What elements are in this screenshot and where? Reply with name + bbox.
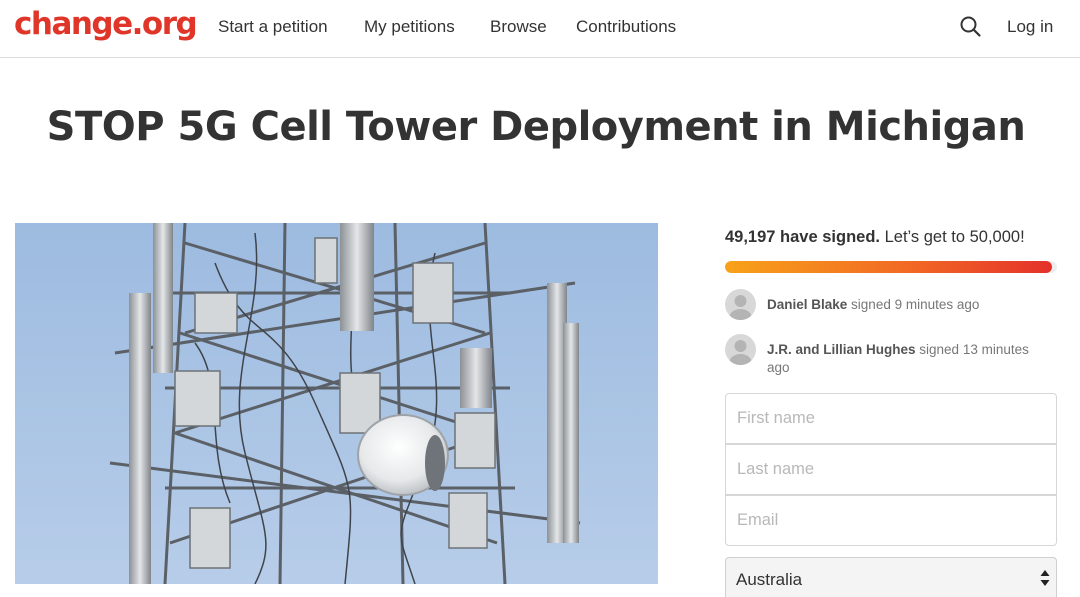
last-name-input[interactable] — [725, 444, 1057, 495]
change-org-logo[interactable]: change.org — [14, 6, 198, 42]
petition-title: STOP 5G Cell Tower Deployment in Michiga… — [46, 104, 1026, 150]
nav-my-petitions[interactable]: My petitions — [364, 17, 455, 37]
signature-count: 49,197 have signed. Let’s get to 50,000! — [725, 228, 1025, 247]
country-select-value: Australia — [736, 570, 803, 589]
signed-count: 49,197 have signed. — [725, 228, 881, 246]
nav-browse[interactable]: Browse — [490, 17, 547, 37]
signer-name: Daniel Blake — [767, 297, 848, 312]
signature-goal: Let’s get to 50,000! — [880, 228, 1025, 246]
signature-progress-fill — [725, 261, 1052, 273]
select-arrows-icon — [1038, 568, 1052, 588]
petition-hero-image — [15, 223, 658, 584]
top-navigation-bar: change.org Start a petition My petitions… — [0, 0, 1080, 58]
nav-contributions[interactable]: Contributions — [576, 17, 676, 37]
avatar — [725, 289, 756, 320]
email-input[interactable] — [725, 495, 1057, 546]
signer-name: J.R. and Lillian Hughes — [767, 342, 916, 357]
signer-text: J.R. and Lillian Hughes signed 13 minute… — [767, 341, 1047, 377]
search-icon[interactable] — [958, 14, 984, 40]
signer-time: signed 9 minutes ago — [847, 297, 980, 312]
country-select[interactable]: Australia — [725, 557, 1057, 597]
first-name-input[interactable] — [725, 393, 1057, 444]
avatar — [725, 334, 756, 365]
signer-text: Daniel Blake signed 9 minutes ago — [767, 296, 1047, 314]
signature-progress-bar — [725, 261, 1057, 273]
login-link[interactable]: Log in — [1007, 17, 1053, 37]
nav-start-petition[interactable]: Start a petition — [218, 17, 328, 37]
